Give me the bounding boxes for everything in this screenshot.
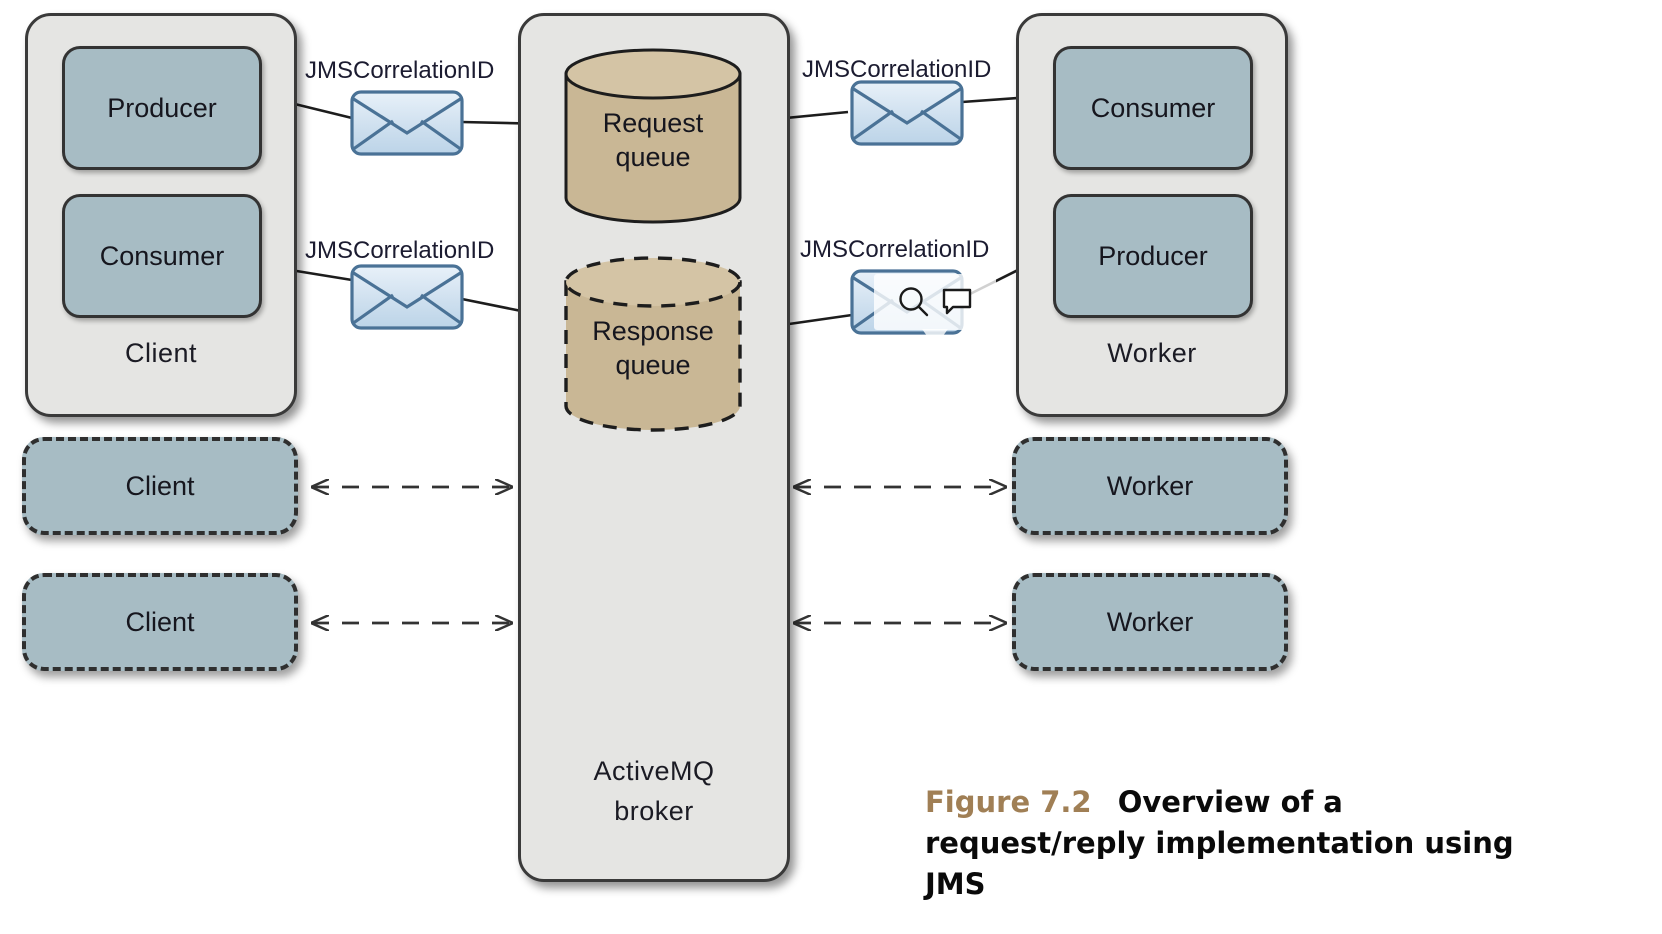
label-jmscorrelationid-response-out: JMSCorrelationID (800, 236, 990, 263)
label-jmscorrelationid-response-in: JMSCorrelationID (305, 237, 495, 264)
worker-panel: Consumer Producer Worker (1016, 13, 1288, 417)
broker-panel-label: ActiveMQ broker (593, 756, 715, 826)
client-consumer-box[interactable]: Consumer (62, 194, 262, 318)
client-consumer-label: Consumer (99, 240, 225, 271)
worker-panel-label: Worker (1107, 338, 1197, 368)
worker-replica-2-label: Worker (1106, 470, 1194, 501)
worker-replica-3-label: Worker (1106, 606, 1194, 637)
response-queue-cylinder[interactable]: Response queue (563, 256, 743, 432)
client-panel-label: Client (124, 338, 198, 368)
broker-panel: Request queue Response queue ActiveMQ br… (518, 13, 790, 882)
label-jmscorrelationid-request-in: JMSCorrelationID (802, 56, 992, 83)
worker-producer-label: Producer (1098, 240, 1208, 271)
figure-number: Figure 7.2 (925, 785, 1092, 819)
client-replica-2-label: Client (125, 470, 195, 501)
worker-replica-2[interactable]: Worker (1012, 437, 1288, 535)
label-jmscorrelationid-request-out: JMSCorrelationID (305, 57, 495, 84)
worker-producer-box[interactable]: Producer (1053, 194, 1253, 318)
comment-icon[interactable] (941, 286, 973, 318)
envelope-icon-request-out[interactable] (348, 88, 466, 160)
request-queue-cylinder[interactable]: Request queue (563, 48, 743, 224)
client-replica-3-label: Client (125, 606, 195, 637)
worker-replica-3[interactable]: Worker (1012, 573, 1288, 671)
envelope-icon-request-in[interactable] (848, 78, 966, 150)
worker-consumer-label: Consumer (1090, 92, 1216, 123)
tooltip-pointer (922, 329, 948, 347)
envelope-icon-response-in[interactable] (348, 262, 466, 334)
client-producer-label: Producer (107, 92, 217, 123)
client-replica-2[interactable]: Client (22, 437, 298, 535)
figure-canvas: Producer Consumer Client Request queue R… (0, 0, 1662, 934)
worker-consumer-box[interactable]: Consumer (1053, 46, 1253, 170)
figure-caption: Figure 7.2 Overview of a request/reply i… (925, 782, 1565, 905)
client-producer-box[interactable]: Producer (62, 46, 262, 170)
image-hover-toolbar[interactable] (874, 274, 996, 347)
client-replica-3[interactable]: Client (22, 573, 298, 671)
client-panel: Producer Consumer Client (25, 13, 297, 417)
magnifier-icon[interactable] (897, 285, 931, 319)
